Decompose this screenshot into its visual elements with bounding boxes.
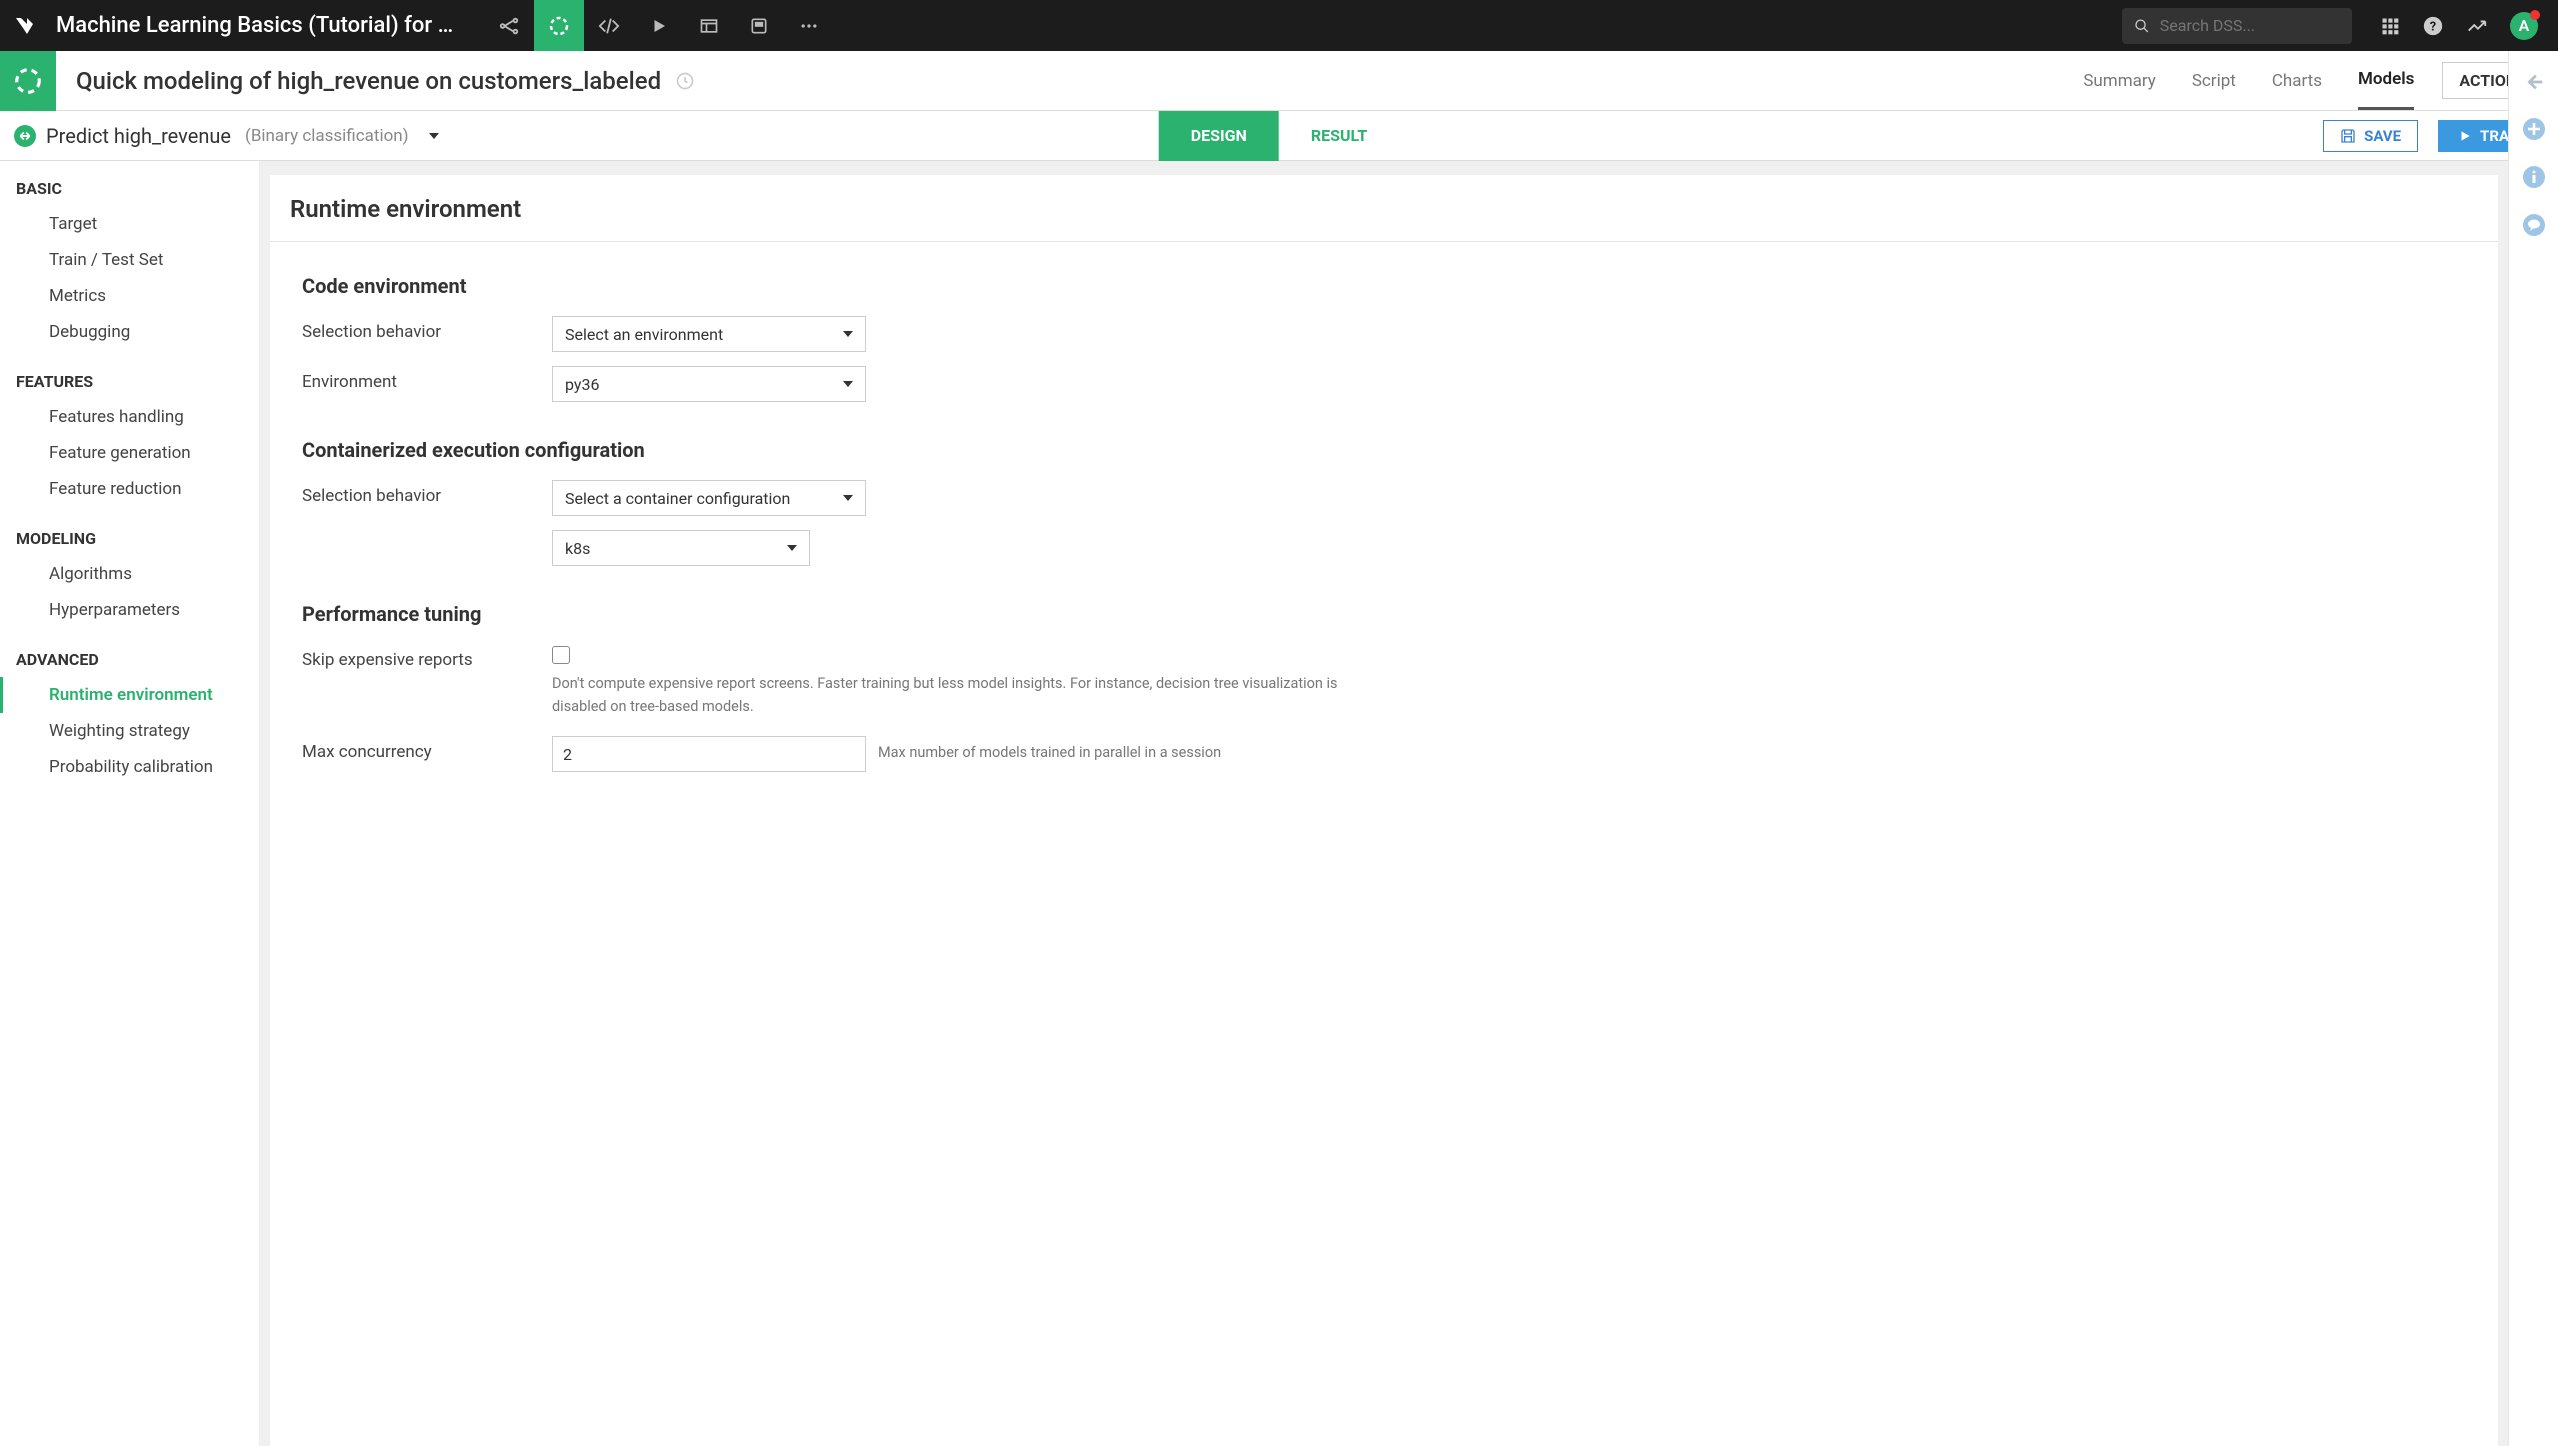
more-icon[interactable] [784, 0, 834, 51]
sidebar-section-basic: BASIC [0, 169, 259, 206]
project-title[interactable]: Machine Learning Basics (Tutorial) for A… [56, 13, 456, 38]
chevron-down-icon [843, 495, 853, 501]
task-dropdown-icon[interactable] [429, 133, 439, 139]
recipe-type-icon[interactable] [0, 51, 56, 111]
search-input[interactable] [2160, 16, 2340, 35]
select-value: k8s [565, 539, 590, 558]
sidebar-item-probability-calibration[interactable]: Probability calibration [0, 749, 259, 785]
sidebar-item-algorithms[interactable]: Algorithms [0, 556, 259, 592]
nav-icon-group [484, 0, 834, 51]
top-nav-bar: Machine Learning Basics (Tutorial) for A… [0, 0, 2558, 51]
save-label: SAVE [2364, 127, 2401, 145]
predict-icon [14, 125, 36, 147]
play-icon [2458, 129, 2472, 143]
rail-back-icon[interactable] [2523, 71, 2545, 93]
svg-text:?: ? [2430, 19, 2436, 34]
section-perf-title: Performance tuning [302, 602, 2466, 626]
search-icon [2134, 17, 2150, 35]
help-skip-reports: Don't compute expensive report screens. … [552, 672, 1352, 718]
user-avatar[interactable]: A [2510, 12, 2538, 40]
input-max-concurrency[interactable] [552, 736, 866, 772]
lab-icon[interactable] [534, 0, 584, 51]
tab-summary[interactable]: Summary [2083, 53, 2155, 109]
top-right-icons: ? A [2380, 12, 2538, 40]
sidebar-item-train-test[interactable]: Train / Test Set [0, 242, 259, 278]
content-wrap: Runtime environment Code environment Sel… [260, 161, 2508, 1446]
sidebar-item-feature-generation[interactable]: Feature generation [0, 435, 259, 471]
checkbox-skip-reports[interactable] [552, 646, 570, 664]
select-container-behavior[interactable]: Select a container configuration [552, 480, 866, 516]
rail-chat-icon[interactable] [2522, 213, 2546, 237]
save-icon [2340, 128, 2356, 144]
sidebar-item-feature-reduction[interactable]: Feature reduction [0, 471, 259, 507]
tab-charts[interactable]: Charts [2272, 53, 2322, 109]
logo-bird-icon[interactable] [10, 11, 40, 41]
help-icon[interactable]: ? [2422, 15, 2444, 37]
label-selection-behavior: Selection behavior [302, 316, 552, 342]
refresh-icon[interactable] [675, 71, 695, 91]
apps-grid-icon[interactable] [2380, 16, 2400, 36]
chevron-down-icon [843, 331, 853, 337]
page-title: Quick modeling of high_revenue on custom… [76, 67, 661, 95]
select-environment[interactable]: py36 [552, 366, 866, 402]
code-icon[interactable] [584, 0, 634, 51]
settings-sidebar: BASIC Target Train / Test Set Metrics De… [0, 161, 260, 1446]
sidebar-item-runtime-environment[interactable]: Runtime environment [0, 677, 259, 713]
tab-result[interactable]: RESULT [1279, 111, 1399, 161]
tab-script[interactable]: Script [2192, 53, 2236, 109]
sidebar-item-hyperparameters[interactable]: Hyperparameters [0, 592, 259, 628]
task-type: (Binary classification) [245, 126, 409, 146]
sidebar-item-metrics[interactable]: Metrics [0, 278, 259, 314]
chevron-down-icon [787, 545, 797, 551]
object-tabs: Summary Script Charts Models [2083, 51, 2414, 110]
label-container-config [302, 530, 552, 536]
right-rail [2508, 51, 2558, 1446]
task-title[interactable]: Predict high_revenue [46, 124, 231, 148]
save-button[interactable]: SAVE [2323, 120, 2418, 152]
select-value: Select a container configuration [565, 489, 790, 508]
sidebar-item-target[interactable]: Target [0, 206, 259, 242]
model-toolbar: Predict high_revenue (Binary classificat… [0, 111, 2558, 161]
tab-models[interactable]: Models [2358, 51, 2414, 110]
main-area: BASIC Target Train / Test Set Metrics De… [0, 161, 2508, 1446]
tab-design[interactable]: DESIGN [1159, 111, 1279, 161]
content-panel: Runtime environment Code environment Sel… [270, 175, 2498, 1446]
label-skip-reports: Skip expensive reports [302, 644, 552, 670]
select-value: Select an environment [565, 325, 723, 344]
wiki-icon[interactable] [734, 0, 784, 51]
global-search[interactable] [2122, 8, 2352, 44]
content-title: Runtime environment [270, 175, 2498, 242]
chevron-down-icon [843, 381, 853, 387]
section-container-title: Containerized execution configuration [302, 438, 2466, 462]
object-header-bar: Quick modeling of high_revenue on custom… [0, 51, 2558, 111]
sidebar-item-debugging[interactable]: Debugging [0, 314, 259, 350]
label-max-concurrency: Max concurrency [302, 736, 552, 762]
notification-dot-icon [2530, 10, 2540, 20]
activity-icon[interactable] [2466, 15, 2488, 37]
select-value: py36 [565, 375, 599, 394]
design-result-tabs: DESIGN RESULT [1159, 111, 1400, 161]
sidebar-item-features-handling[interactable]: Features handling [0, 399, 259, 435]
select-container-config[interactable]: k8s [552, 530, 810, 566]
avatar-letter: A [2519, 16, 2530, 35]
play-icon[interactable] [634, 0, 684, 51]
sidebar-section-features: FEATURES [0, 362, 259, 399]
sidebar-section-advanced: ADVANCED [0, 640, 259, 677]
section-code-env-title: Code environment [302, 274, 2466, 298]
select-code-env-behavior[interactable]: Select an environment [552, 316, 866, 352]
label-environment: Environment [302, 366, 552, 392]
sidebar-item-weighting-strategy[interactable]: Weighting strategy [0, 713, 259, 749]
label-container-selection: Selection behavior [302, 480, 552, 506]
rail-info-icon[interactable] [2522, 165, 2546, 189]
flow-icon[interactable] [484, 0, 534, 51]
rail-add-icon[interactable] [2522, 117, 2546, 141]
dashboard-icon[interactable] [684, 0, 734, 51]
sidebar-section-modeling: MODELING [0, 519, 259, 556]
help-max-concurrency: Max number of models trained in parallel… [878, 736, 1221, 761]
